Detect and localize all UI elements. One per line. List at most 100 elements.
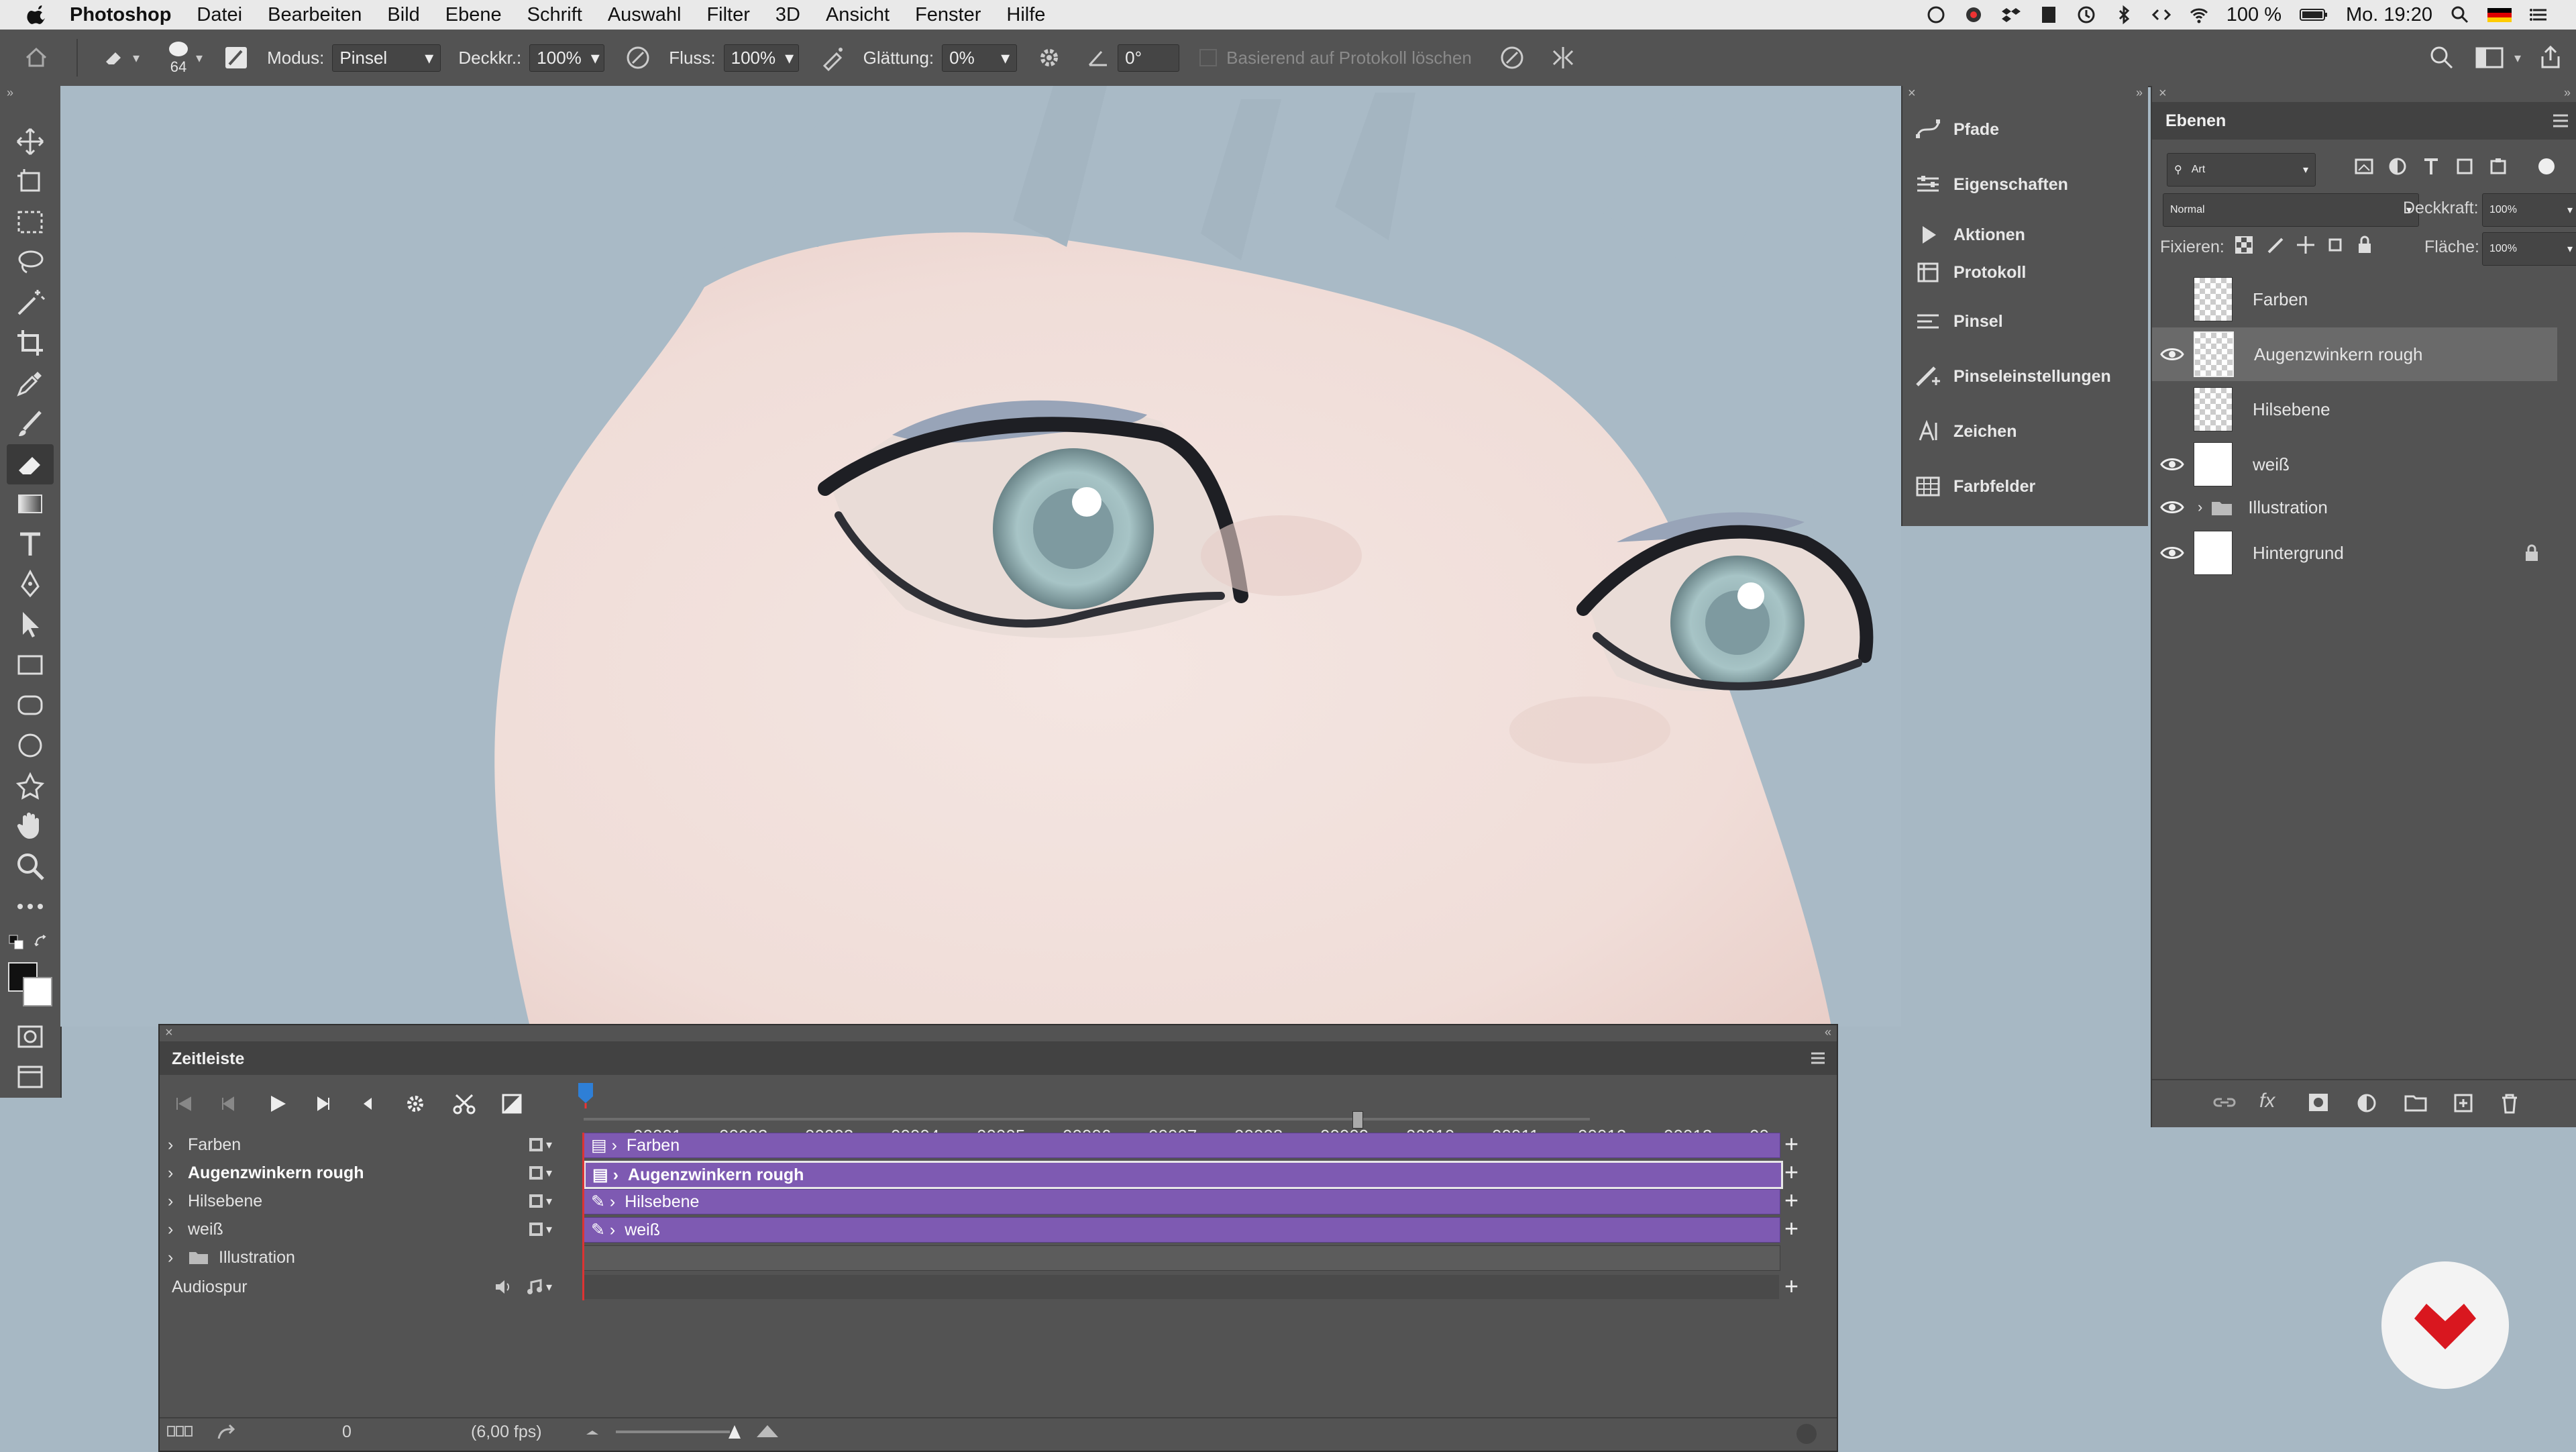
document-icon[interactable] [2039,5,2059,25]
menu-bild[interactable]: Bild [387,4,419,26]
track-clip-weiss[interactable]: ✎ › weiß [584,1217,1780,1243]
play-button[interactable] [266,1092,288,1115]
dock-item-properties[interactable]: Eigenschaften [1902,161,2148,208]
delete-layer-icon[interactable] [2500,1092,2520,1114]
track-clip-augenzwinkern-rough[interactable]: ▤ › Augenzwinkern rough [584,1161,1783,1189]
dropbox-icon[interactable] [2001,5,2021,25]
layer-opacity-field[interactable]: 100% ▾ [2482,193,2576,227]
menu-fenster[interactable]: Fenster [915,4,981,26]
opacity-field[interactable]: 100% ▾ [529,44,605,72]
split-scissors-icon[interactable] [452,1092,476,1115]
dock-item-paths[interactable]: Pfade [1902,106,2148,153]
new-group-icon[interactable] [2404,1092,2427,1112]
layer-group-illustration[interactable]: › Illustration [2152,488,2557,526]
menu-auswahl[interactable]: Auswahl [608,4,682,26]
zoom-slider-track[interactable] [616,1431,730,1433]
frame-animation-icon[interactable] [166,1422,193,1441]
dock-item-swatches[interactable]: Farbfelder [1902,463,2148,510]
spotlight-search-icon[interactable] [2450,5,2470,25]
fill-field[interactable]: 100% ▾ [2482,232,2576,266]
airbrush-icon[interactable] [819,44,846,71]
new-layer-icon[interactable] [2453,1092,2474,1114]
playhead-icon[interactable] [576,1082,596,1108]
expand-chevron-icon[interactable]: › [168,1135,188,1155]
zoom-slider-handle[interactable] [727,1424,742,1440]
home-icon[interactable] [23,44,50,71]
collapse-icon[interactable]: « [1825,1025,1831,1039]
move-tool-icon[interactable] [15,126,46,157]
lock-transparent-icon[interactable] [2234,235,2254,255]
filter-smart-object-icon[interactable] [2487,156,2509,177]
add-media-button[interactable]: + [1784,1216,1805,1241]
type-tool-icon[interactable] [15,529,46,560]
layer-filter-select[interactable]: ⚲ Art ▾ [2167,153,2316,187]
german-flag-icon[interactable] [2487,5,2512,25]
workspace-icon[interactable] [2475,44,2505,71]
battery-icon[interactable] [2299,5,2328,25]
menu-hilfe[interactable]: Hilfe [1006,4,1045,26]
dock-item-brush-settings[interactable]: Pinseleinstellungen [1902,353,2148,400]
symmetry-icon[interactable] [1550,44,1576,71]
angle-field[interactable]: 0° [1118,44,1180,72]
close-icon[interactable]: × [165,1025,173,1041]
add-media-button[interactable]: + [1784,1188,1805,1212]
crop-tool-icon[interactable] [15,327,46,358]
layer-name[interactable]: Hintergrund [2253,543,2344,564]
time-machine-icon[interactable] [2076,5,2096,25]
film-icon[interactable] [527,1136,545,1153]
close-icon[interactable]: × [2159,86,2167,101]
document-canvas[interactable] [60,86,1901,1027]
chevron-down-icon[interactable]: ▾ [546,1280,552,1294]
filter-toggle[interactable] [2538,158,2555,174]
creative-cloud-icon[interactable] [1926,5,1946,25]
layer-name[interactable]: weiß [2253,454,2290,475]
expand-chevron-icon[interactable]: › [168,1248,188,1267]
brush-settings-icon[interactable] [223,44,250,71]
screen-mode-icon[interactable] [15,1061,46,1092]
eraser-tool-preset-icon[interactable] [101,44,127,71]
menu-ebene[interactable]: Ebene [445,4,502,26]
menu-ansicht[interactable]: Ansicht [826,4,890,26]
dock-item-actions[interactable]: Aktionen [1902,216,2148,254]
filter-adjustment-icon[interactable] [2387,156,2408,177]
chevron-down-icon[interactable]: ▾ [546,1194,552,1208]
brush-size-picker[interactable]: 64 [166,40,191,76]
audio-mute-icon[interactable] [358,1094,378,1114]
add-media-button[interactable]: + [1784,1132,1805,1156]
eye-icon[interactable] [2159,497,2186,517]
gear-icon[interactable] [404,1092,427,1115]
timeline-tab[interactable]: Zeitleiste [172,1049,244,1069]
smoothing-field[interactable]: 0% ▾ [942,44,1018,72]
record-icon[interactable] [1964,5,1984,25]
background-color-swatch[interactable] [23,977,52,1006]
erase-history-checkbox[interactable] [1199,49,1218,66]
visibility-toggle-hidden[interactable] [2159,399,2186,419]
swap-colors-icon[interactable] [34,934,50,950]
film-icon[interactable] [527,1221,545,1238]
notification-center-icon[interactable] [2529,5,2549,25]
menu-app-name[interactable]: Photoshop [70,4,171,26]
fx-icon[interactable]: fx [2259,1090,2275,1112]
speaker-icon[interactable] [494,1278,513,1296]
collapse-icon[interactable]: » [2136,86,2143,100]
zoom-tool-icon[interactable] [15,851,46,882]
add-audio-button[interactable]: + [1784,1274,1805,1298]
layer-row-hintergrund[interactable]: Hintergrund [2152,526,2557,580]
default-colors-icon[interactable] [8,934,24,950]
work-area-bar[interactable] [584,1118,1590,1121]
zoom-out-icon[interactable] [584,1424,601,1440]
ellipse-tool-icon[interactable] [15,730,46,761]
marquee-tool-icon[interactable] [15,207,46,238]
eye-icon[interactable] [2159,543,2186,563]
work-area-end-handle[interactable] [1352,1111,1363,1129]
path-selection-tool-icon[interactable] [15,609,46,640]
film-icon[interactable] [527,1192,545,1210]
filter-shape-icon[interactable] [2454,156,2475,177]
layer-name[interactable]: Augenzwinkern rough [2254,344,2423,365]
pressure-opacity-icon[interactable] [625,44,651,71]
next-frame-icon[interactable] [313,1094,333,1114]
lock-artboard-icon[interactable] [2325,235,2345,255]
panel-menu-icon[interactable] [2551,111,2571,130]
menu-3d[interactable]: 3D [775,4,800,26]
layer-name[interactable]: Hilsebene [2253,399,2330,420]
